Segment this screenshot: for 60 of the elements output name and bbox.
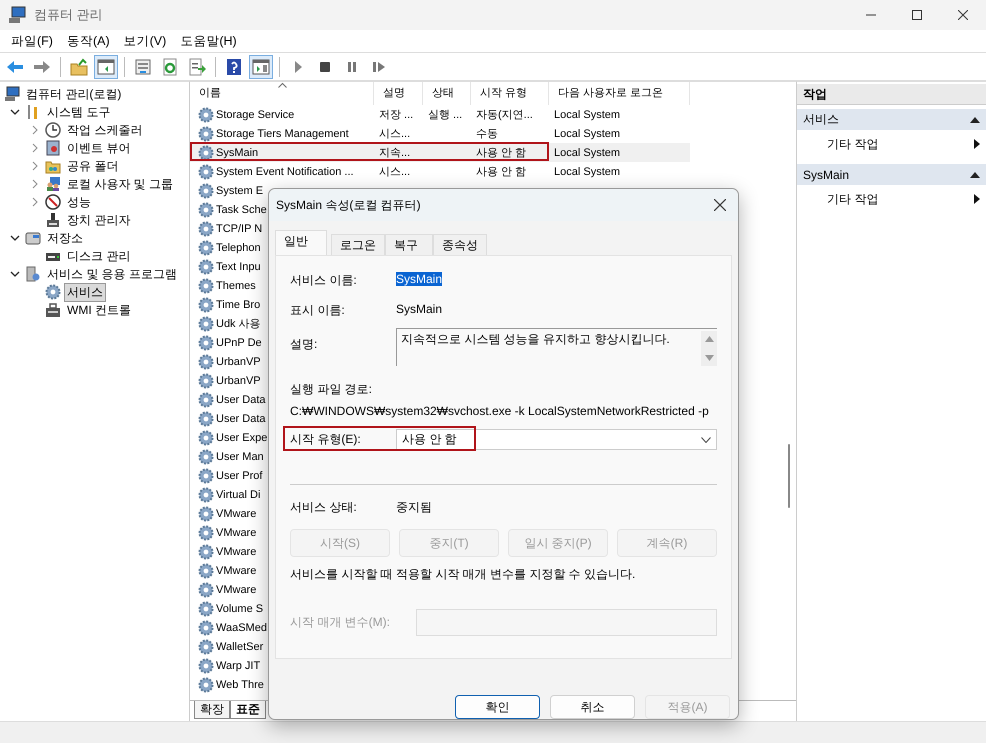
service-name: VMware (216, 526, 256, 538)
service-name: User Man (216, 450, 264, 462)
service-name: Text Inpu (216, 260, 261, 272)
service-name: Web Thre (216, 678, 264, 690)
service-name: Warp JIT (216, 660, 260, 672)
service-name: TCP/IP N (216, 222, 262, 234)
table-cell: Local System (554, 166, 620, 178)
table-cell-text: 시스... (379, 165, 410, 179)
service-name: Telephon (216, 242, 261, 254)
service-name: User Expe (216, 432, 268, 444)
service-name: UPnP De (216, 336, 262, 348)
field-label: 서비스 상태: (290, 499, 358, 516)
field-label: 표시 이름: (290, 302, 346, 319)
service-name: User Data (216, 412, 266, 424)
service-name: System Event Notification ... (216, 166, 354, 178)
table-cell-text: 실행 ... (428, 108, 462, 122)
table-cell-text: 자동(지연... (476, 108, 533, 122)
table-cell-text: 시스... (379, 127, 410, 141)
service-name: Task Sche (216, 204, 267, 216)
service-name: VMware (216, 584, 256, 596)
service-name: WaaSMed (216, 622, 267, 634)
service-name: Storage Tiers Management (216, 128, 349, 140)
field-label: 실행 파일 경로: (290, 381, 372, 398)
service-name: User Data (216, 394, 266, 406)
field-label: 시작 유형(E): (290, 431, 362, 448)
service-name: VMware (216, 564, 256, 576)
table-cell-text: 사용 안 함 (476, 165, 526, 179)
dialog-title: SysMain 속성(로컬 컴퓨터) (276, 196, 421, 214)
table-cell-text: 사용 안 함 (476, 146, 526, 160)
table-cell-text: 수동 (476, 127, 498, 141)
service-name: SysMain (216, 146, 258, 158)
status-value: 중지됨 (396, 499, 432, 516)
table-cell-text: 저장 ... (379, 108, 414, 122)
service-name: Themes (216, 280, 256, 292)
table-cell: Local System (554, 108, 620, 120)
field-label: 서비스 이름: (290, 272, 358, 289)
service-name: UrbanVP (216, 356, 261, 368)
service-name: System E (216, 184, 264, 196)
service-name: WalletSer (216, 640, 264, 652)
service-name: Time Bro (216, 298, 260, 310)
service-name: UrbanVP (216, 374, 261, 386)
hint-text: 서비스를 시작할 때 적용할 시작 매개 변수를 지정할 수 있습니다. (290, 566, 636, 583)
service-name: User Prof (216, 470, 262, 482)
path-value: C:₩WINDOWS₩system32₩svchost.exe -k LocalSystemNetworkRestricted -p (290, 404, 709, 418)
window-title: 컴퓨터 관리 (34, 6, 103, 24)
service-name: Virtual Di (216, 488, 260, 500)
service-name: Storage Service (216, 108, 294, 120)
table-cell: Local System (554, 128, 620, 140)
table-cell: Local System (554, 146, 620, 158)
section-title: 서비스 (803, 111, 839, 128)
service-name: VMware (216, 508, 256, 520)
service-name: VMware (216, 546, 256, 558)
section-title: SysMain (803, 168, 850, 182)
field-label: 설명: (290, 336, 318, 353)
service-name: Udk 사용 (216, 317, 261, 331)
service-name: Volume S (216, 602, 264, 614)
table-cell-text: 지속... (379, 146, 410, 160)
display-name-value: SysMain (396, 302, 442, 316)
pane-title: 작업 (797, 84, 986, 105)
field-label: 시작 매개 변수(M): (290, 614, 391, 631)
